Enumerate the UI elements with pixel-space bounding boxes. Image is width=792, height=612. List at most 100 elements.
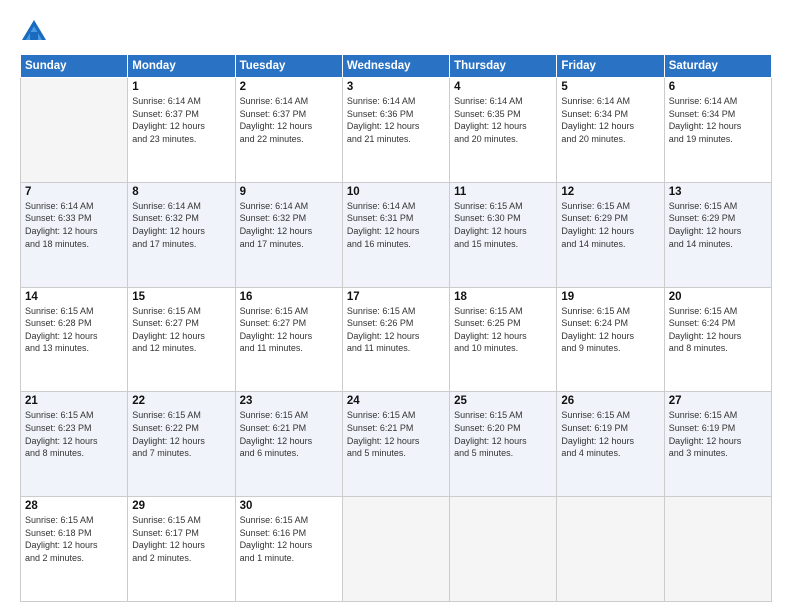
calendar-day-21: 21 Sunrise: 6:15 AM Sunset: 6:23 PM Dayli… — [21, 392, 128, 497]
calendar-day-4: 4 Sunrise: 6:14 AM Sunset: 6:35 PM Daylig… — [450, 78, 557, 183]
day-info: Sunrise: 6:15 AM Sunset: 6:29 PM Dayligh… — [561, 200, 659, 250]
calendar-empty-cell — [664, 497, 771, 602]
day-number: 1 — [132, 81, 230, 93]
day-number: 30 — [240, 500, 338, 512]
day-number: 21 — [25, 395, 123, 407]
calendar-week-row: 28 Sunrise: 6:15 AM Sunset: 6:18 PM Dayli… — [21, 497, 772, 602]
calendar-day-24: 24 Sunrise: 6:15 AM Sunset: 6:21 PM Dayli… — [342, 392, 449, 497]
day-info: Sunrise: 6:14 AM Sunset: 6:34 PM Dayligh… — [561, 95, 659, 145]
day-info: Sunrise: 6:15 AM Sunset: 6:29 PM Dayligh… — [669, 200, 767, 250]
calendar-header-tuesday: Tuesday — [235, 55, 342, 78]
calendar-day-10: 10 Sunrise: 6:14 AM Sunset: 6:31 PM Dayli… — [342, 182, 449, 287]
calendar-day-9: 9Sunrise: 6:14 AM Sunset: 6:32 PM Daylig… — [235, 182, 342, 287]
day-number: 15 — [132, 291, 230, 303]
day-number: 24 — [347, 395, 445, 407]
day-number: 4 — [454, 81, 552, 93]
day-info: Sunrise: 6:15 AM Sunset: 6:27 PM Dayligh… — [240, 305, 338, 355]
day-info: Sunrise: 6:15 AM Sunset: 6:27 PM Dayligh… — [132, 305, 230, 355]
day-number: 10 — [347, 186, 445, 198]
day-info: Sunrise: 6:14 AM Sunset: 6:32 PM Dayligh… — [132, 200, 230, 250]
day-number: 7 — [25, 186, 123, 198]
day-number: 29 — [132, 500, 230, 512]
calendar-week-row: 1 Sunrise: 6:14 AM Sunset: 6:37 PM Daylig… — [21, 78, 772, 183]
calendar-day-14: 14 Sunrise: 6:15 AM Sunset: 6:28 PM Dayli… — [21, 287, 128, 392]
calendar-day-1: 1 Sunrise: 6:14 AM Sunset: 6:37 PM Daylig… — [128, 78, 235, 183]
day-info: Sunrise: 6:14 AM Sunset: 6:33 PM Dayligh… — [25, 200, 123, 250]
day-info: Sunrise: 6:14 AM Sunset: 6:31 PM Dayligh… — [347, 200, 445, 250]
day-number: 13 — [669, 186, 767, 198]
day-number: 3 — [347, 81, 445, 93]
calendar-header-sunday: Sunday — [21, 55, 128, 78]
day-info: Sunrise: 6:15 AM Sunset: 6:30 PM Dayligh… — [454, 200, 552, 250]
header — [20, 18, 772, 46]
calendar-header-friday: Friday — [557, 55, 664, 78]
day-info: Sunrise: 6:15 AM Sunset: 6:24 PM Dayligh… — [669, 305, 767, 355]
calendar-day-19: 19 Sunrise: 6:15 AM Sunset: 6:24 PM Dayli… — [557, 287, 664, 392]
calendar-day-29: 29 Sunrise: 6:15 AM Sunset: 6:17 PM Dayli… — [128, 497, 235, 602]
day-info: Sunrise: 6:14 AM Sunset: 6:36 PM Dayligh… — [347, 95, 445, 145]
day-number: 17 — [347, 291, 445, 303]
day-number: 27 — [669, 395, 767, 407]
calendar-week-row: 7 Sunrise: 6:14 AM Sunset: 6:33 PM Daylig… — [21, 182, 772, 287]
day-number: 25 — [454, 395, 552, 407]
page: SundayMondayTuesdayWednesdayThursdayFrid… — [0, 0, 792, 612]
calendar-header-row: SundayMondayTuesdayWednesdayThursdayFrid… — [21, 55, 772, 78]
day-number: 19 — [561, 291, 659, 303]
day-number: 28 — [25, 500, 123, 512]
calendar-table: SundayMondayTuesdayWednesdayThursdayFrid… — [20, 54, 772, 602]
calendar-day-22: 22 Sunrise: 6:15 AM Sunset: 6:22 PM Dayli… — [128, 392, 235, 497]
day-info: Sunrise: 6:14 AM Sunset: 6:34 PM Dayligh… — [669, 95, 767, 145]
calendar-day-28: 28 Sunrise: 6:15 AM Sunset: 6:18 PM Dayli… — [21, 497, 128, 602]
day-number: 5 — [561, 81, 659, 93]
day-info: Sunrise: 6:15 AM Sunset: 6:23 PM Dayligh… — [25, 409, 123, 459]
day-info: Sunrise: 6:14 AM Sunset: 6:35 PM Dayligh… — [454, 95, 552, 145]
calendar-day-15: 15 Sunrise: 6:15 AM Sunset: 6:27 PM Dayli… — [128, 287, 235, 392]
calendar-day-18: 18 Sunrise: 6:15 AM Sunset: 6:25 PM Dayli… — [450, 287, 557, 392]
calendar-day-20: 20 Sunrise: 6:15 AM Sunset: 6:24 PM Dayli… — [664, 287, 771, 392]
day-info: Sunrise: 6:15 AM Sunset: 6:28 PM Dayligh… — [25, 305, 123, 355]
day-info: Sunrise: 6:14 AM Sunset: 6:37 PM Dayligh… — [240, 95, 338, 145]
day-number: 20 — [669, 291, 767, 303]
day-number: 2 — [240, 81, 338, 93]
day-number: 16 — [240, 291, 338, 303]
logo-icon — [20, 18, 48, 46]
calendar-day-5: 5 Sunrise: 6:14 AM Sunset: 6:34 PM Daylig… — [557, 78, 664, 183]
day-info: Sunrise: 6:14 AM Sunset: 6:37 PM Dayligh… — [132, 95, 230, 145]
calendar-day-6: 6 Sunrise: 6:14 AM Sunset: 6:34 PM Daylig… — [664, 78, 771, 183]
calendar-day-25: 25 Sunrise: 6:15 AM Sunset: 6:20 PM Dayli… — [450, 392, 557, 497]
day-number: 22 — [132, 395, 230, 407]
day-number: 14 — [25, 291, 123, 303]
day-info: Sunrise: 6:15 AM Sunset: 6:17 PM Dayligh… — [132, 514, 230, 564]
calendar-week-row: 14 Sunrise: 6:15 AM Sunset: 6:28 PM Dayli… — [21, 287, 772, 392]
day-info: Sunrise: 6:15 AM Sunset: 6:25 PM Dayligh… — [454, 305, 552, 355]
calendar-day-8: 8 Sunrise: 6:14 AM Sunset: 6:32 PM Daylig… — [128, 182, 235, 287]
calendar-day-13: 13 Sunrise: 6:15 AM Sunset: 6:29 PM Dayli… — [664, 182, 771, 287]
day-number: 26 — [561, 395, 659, 407]
calendar-header-wednesday: Wednesday — [342, 55, 449, 78]
calendar-day-23: 23 Sunrise: 6:15 AM Sunset: 6:21 PM Dayli… — [235, 392, 342, 497]
calendar-header-monday: Monday — [128, 55, 235, 78]
calendar-empty-cell — [450, 497, 557, 602]
calendar-header-saturday: Saturday — [664, 55, 771, 78]
day-info: Sunrise: 6:15 AM Sunset: 6:20 PM Dayligh… — [454, 409, 552, 459]
calendar-empty-cell — [557, 497, 664, 602]
calendar-day-27: 27 Sunrise: 6:15 AM Sunset: 6:19 PM Dayli… — [664, 392, 771, 497]
calendar-header-thursday: Thursday — [450, 55, 557, 78]
day-info: Sunrise: 6:15 AM Sunset: 6:24 PM Dayligh… — [561, 305, 659, 355]
day-info: Sunrise: 6:15 AM Sunset: 6:18 PM Dayligh… — [25, 514, 123, 564]
day-info: Sunrise: 6:15 AM Sunset: 6:21 PM Dayligh… — [347, 409, 445, 459]
logo — [20, 18, 52, 46]
calendar-day-17: 17Sunrise: 6:15 AM Sunset: 6:26 PM Dayli… — [342, 287, 449, 392]
day-number: 6 — [669, 81, 767, 93]
calendar-day-12: 12Sunrise: 6:15 AM Sunset: 6:29 PM Dayli… — [557, 182, 664, 287]
day-info: Sunrise: 6:15 AM Sunset: 6:19 PM Dayligh… — [669, 409, 767, 459]
calendar-empty-cell — [342, 497, 449, 602]
day-number: 8 — [132, 186, 230, 198]
day-info: Sunrise: 6:15 AM Sunset: 6:19 PM Dayligh… — [561, 409, 659, 459]
calendar-week-row: 21 Sunrise: 6:15 AM Sunset: 6:23 PM Dayli… — [21, 392, 772, 497]
day-number: 23 — [240, 395, 338, 407]
day-number: 9 — [240, 186, 338, 198]
day-info: Sunrise: 6:15 AM Sunset: 6:21 PM Dayligh… — [240, 409, 338, 459]
day-info: Sunrise: 6:15 AM Sunset: 6:22 PM Dayligh… — [132, 409, 230, 459]
day-number: 18 — [454, 291, 552, 303]
